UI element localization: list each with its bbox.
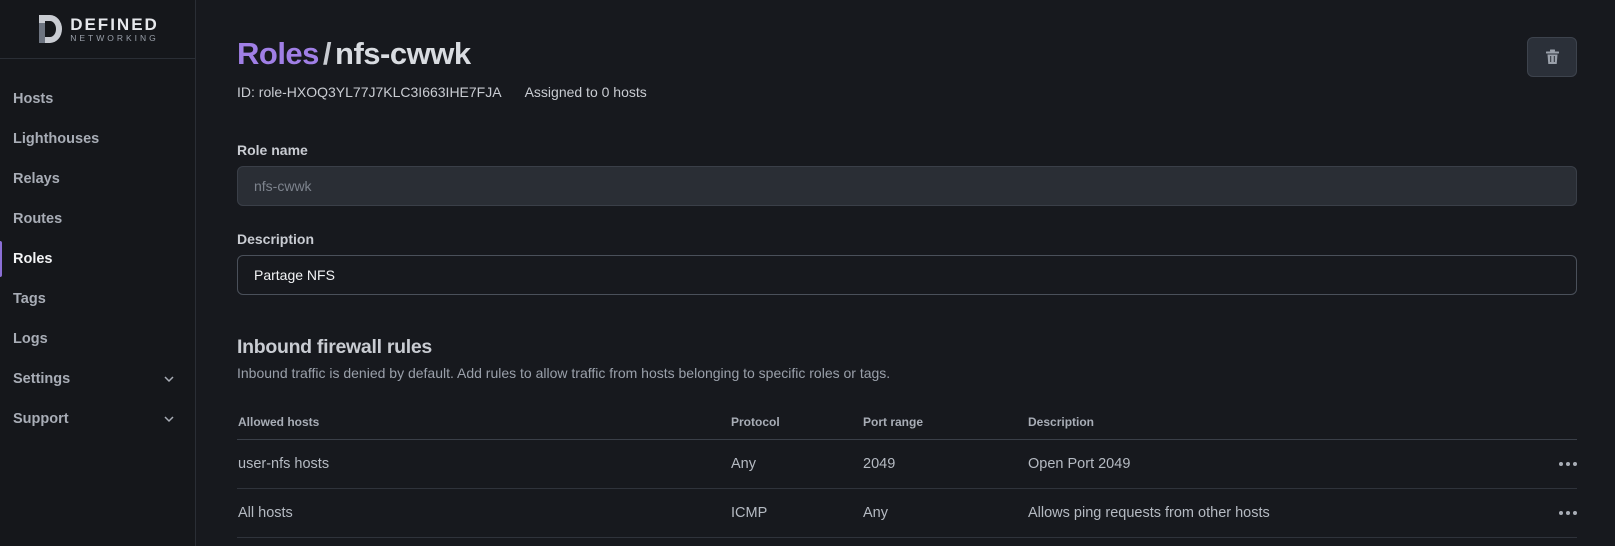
firewall-section-title: Inbound firewall rules — [237, 336, 432, 358]
sidebar-item-label: Lighthouses — [13, 131, 100, 147]
role-name-label: Role name — [237, 142, 308, 158]
sidebar-item-relays[interactable]: Relays — [0, 159, 195, 199]
cell-description: Allows ping requests from other hosts — [1028, 505, 1270, 521]
page-title: Roles / nfs-cwwk — [237, 36, 471, 72]
role-title-name: nfs-cwwk — [335, 36, 471, 71]
role-meta: ID: role-HXOQ3YL77J7KLC3I663IHE7FJA Assi… — [237, 84, 647, 100]
sidebar-item-logs[interactable]: Logs — [0, 319, 195, 359]
firewall-section-description: Inbound traffic is denied by default. Ad… — [237, 365, 891, 381]
description-value: Partage NFS — [254, 267, 335, 283]
table-row: user-nfs hosts Any 2049 Open Port 2049 — [237, 440, 1577, 489]
cell-protocol: ICMP — [731, 505, 768, 521]
trash-icon — [1545, 49, 1559, 64]
description-label: Description — [237, 231, 315, 247]
sidebar-item-label: Relays — [13, 171, 60, 187]
breadcrumb-separator: / — [322, 36, 332, 71]
defined-logo-icon — [39, 15, 63, 43]
column-header-port-range: Port range — [863, 415, 924, 429]
sidebar-item-settings[interactable]: Settings — [0, 359, 195, 399]
cell-description: Open Port 2049 — [1028, 456, 1131, 472]
sidebar-item-label: Settings — [13, 371, 71, 387]
cell-protocol: Any — [731, 456, 756, 472]
sidebar-item-label: Roles — [13, 251, 53, 267]
cell-allowed-hosts: All hosts — [238, 505, 293, 521]
column-header-description: Description — [1028, 415, 1095, 429]
chevron-down-icon — [164, 416, 174, 423]
sidebar-item-lighthouses[interactable]: Lighthouses — [0, 119, 195, 159]
sidebar-item-label: Support — [13, 411, 69, 427]
brand-word: DEFINED — [70, 14, 159, 34]
chevron-down-icon — [164, 376, 174, 383]
sidebar-item-routes[interactable]: Routes — [0, 199, 195, 239]
breadcrumb-roles-link[interactable]: Roles — [237, 36, 319, 71]
sidebar-item-tags[interactable]: Tags — [0, 279, 195, 319]
sidebar-item-label: Logs — [13, 331, 48, 347]
sidebar-nav: Hosts Lighthouses Relays Routes Roles Ta… — [0, 79, 195, 439]
sidebar-item-support[interactable]: Support — [0, 399, 195, 439]
table-row: All hosts ICMP Any Allows ping requests … — [237, 489, 1577, 538]
row-actions-button[interactable] — [1537, 511, 1577, 515]
cell-allowed-hosts: user-nfs hosts — [238, 456, 330, 472]
cell-port-range: Any — [863, 505, 888, 521]
role-id: ID: role-HXOQ3YL77J7KLC3I663IHE7FJA — [237, 84, 502, 100]
delete-role-button[interactable] — [1527, 37, 1577, 77]
column-header-allowed-hosts: Allowed hosts — [238, 415, 320, 429]
sidebar-item-roles[interactable]: Roles — [0, 239, 195, 279]
assigned-count: Assigned to 0 hosts — [524, 84, 647, 100]
more-options-icon — [1559, 511, 1577, 515]
sidebar-item-label: Routes — [13, 211, 63, 227]
role-name-value: nfs-cwwk — [254, 178, 312, 194]
table-header: Allowed hosts Protocol Port range Descri… — [237, 405, 1577, 440]
column-header-protocol: Protocol — [731, 415, 780, 429]
sidebar-item-label: Hosts — [13, 91, 54, 107]
firewall-rules-table: Allowed hosts Protocol Port range Descri… — [237, 405, 1577, 538]
brand-sub: NETWORKING — [70, 32, 159, 43]
sidebar: DEFINED NETWORKING Hosts Lighthouses Rel… — [0, 0, 196, 546]
sidebar-item-label: Tags — [13, 291, 46, 307]
sidebar-item-hosts[interactable]: Hosts — [0, 79, 195, 119]
brand-logo[interactable]: DEFINED NETWORKING — [0, 0, 195, 59]
description-input[interactable]: Partage NFS — [237, 255, 1577, 295]
row-actions-button[interactable] — [1537, 462, 1577, 466]
role-name-field: nfs-cwwk — [237, 166, 1577, 206]
more-options-icon — [1559, 462, 1577, 466]
cell-port-range: 2049 — [863, 456, 896, 472]
